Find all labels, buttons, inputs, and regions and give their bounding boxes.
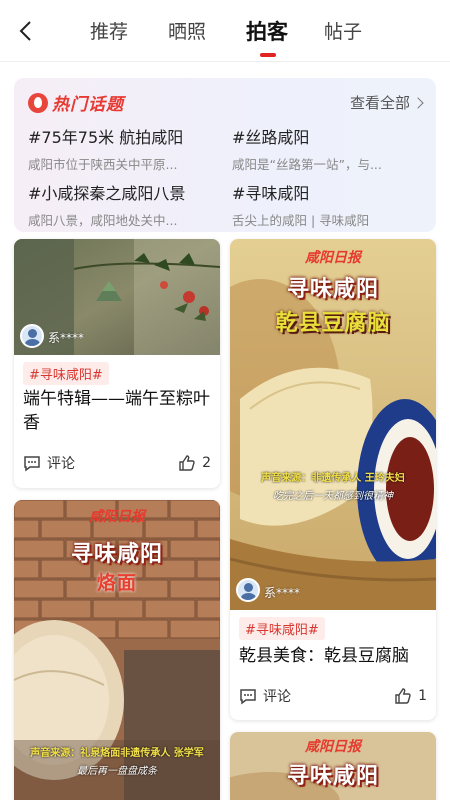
like-button[interactable]: 2 [178, 454, 211, 472]
comment-icon [24, 456, 40, 472]
author-name: 系**** [48, 331, 85, 345]
topic-name: #75年75米 航拍咸阳 [28, 128, 184, 147]
like-count: 2 [202, 455, 211, 471]
topic-desc: 舌尖上的咸阳 | 寻味咸阳 [232, 213, 370, 228]
tab-photos[interactable]: 晒照 [168, 16, 246, 48]
topic-item[interactable]: #寻味咸阳 舌尖上的咸阳 | 寻味咸阳 [232, 180, 432, 229]
topic-name: #寻味咸阳 [232, 184, 310, 203]
cover-headline: 寻味咸阳 [286, 764, 379, 789]
card-footer: 评论 2 [23, 452, 211, 474]
topic-item[interactable]: #75年75米 航拍咸阳 咸阳市位于陕西关中平原... [28, 124, 228, 173]
back-arrow-icon[interactable] [14, 18, 40, 44]
comment-button[interactable]: 评论 [23, 453, 75, 473]
card-title: 端午特辑——端午至粽叶香 [23, 389, 210, 433]
tab-paike[interactable]: 拍客 [246, 16, 324, 57]
topic-tag[interactable]: #寻味咸阳# [239, 617, 325, 640]
comment-button[interactable]: 评论 [239, 686, 291, 706]
author-avatar[interactable] [236, 578, 260, 602]
cover-caption-quote: 最后再一盘盘成条 [77, 766, 157, 777]
topic-desc: 咸阳是“丝路第一站”，与... [232, 157, 382, 172]
see-all-label: 查看全部 [349, 94, 410, 112]
topic-tag[interactable]: #寻味咸阳# [23, 362, 109, 385]
cover-subheadline: 烙面 [96, 572, 137, 594]
cover-caption-source: 声音来源：礼泉烙面非遗传承人 张学军 [30, 748, 204, 759]
author-avatar[interactable] [20, 324, 44, 348]
tab-recommend[interactable]: 推荐 [90, 16, 168, 48]
comment-label: 评论 [47, 456, 75, 472]
topic-desc: 咸阳八景，咸阳地处关中... [28, 213, 178, 228]
chevron-right-icon [412, 96, 424, 109]
author-name: 系**** [264, 586, 301, 600]
tab-bar: 推荐 晒照 拍客 帖子 [90, 16, 402, 57]
thumbs-up-icon [395, 688, 411, 704]
cover-brand: 咸阳日报 [89, 509, 145, 525]
topic-item[interactable]: #小咸探秦之咸阳八景 咸阳八景，咸阳地处关中... [28, 180, 228, 229]
flame-icon [28, 92, 48, 113]
thumbs-up-icon [179, 455, 195, 471]
feed-card[interactable]: 咸阳日报 寻味咸阳 烙面 声音来源：礼泉烙面非遗传承人 张学军 最后再一盘盘成条 [14, 500, 220, 800]
feed-card[interactable]: 咸阳日报 寻味咸阳 [230, 732, 436, 800]
comment-icon [240, 689, 256, 705]
cover-brand: 咸阳日报 [305, 250, 361, 266]
topic-desc: 咸阳市位于陕西关中平原... [28, 157, 178, 172]
cover-subheadline: 乾县豆腐脑 [275, 311, 391, 336]
topic-name: #丝路咸阳 [232, 128, 310, 147]
cover-caption-quote: 吃完之后一天都感到很精神 [273, 491, 393, 502]
hot-topics-card: 热门话题 查看全部 #75年75米 航拍咸阳 咸阳市位于陕西关中平原... #丝… [14, 78, 436, 232]
topic-item[interactable]: #丝路咸阳 咸阳是“丝路第一站”，与... [232, 124, 432, 173]
top-nav: 推荐 晒照 拍客 帖子 [0, 0, 450, 62]
hot-topics-logo: 热门话题 [28, 90, 124, 115]
topic-name: #小咸探秦之咸阳八景 [28, 184, 186, 203]
header-divider [0, 61, 450, 62]
card-cover-image [14, 239, 220, 355]
feed-card[interactable]: 系**** #寻味咸阳# 端午特辑——端午至粽叶香 评论 2 [14, 239, 220, 488]
like-count: 1 [418, 688, 427, 704]
comment-label: 评论 [263, 689, 291, 705]
card-footer: 评论 1 [239, 685, 427, 707]
see-all-link[interactable]: 查看全部 [349, 92, 424, 113]
cover-headline: 寻味咸阳 [286, 277, 379, 302]
like-button[interactable]: 1 [394, 687, 427, 705]
hot-topics-title: 热门话题 [52, 95, 124, 115]
card-title: 乾县美食：乾县豆腐脑 [239, 646, 409, 666]
tab-posts[interactable]: 帖子 [324, 16, 402, 48]
cover-brand: 咸阳日报 [305, 739, 361, 755]
cover-headline: 寻味咸阳 [70, 542, 163, 567]
feed-card[interactable]: 咸阳日报 寻味咸阳 乾县豆腐脑 声音来源：非遗传承人 王玲夫妇 吃完之后一天都感… [230, 239, 436, 720]
cover-caption-source: 声音来源：非遗传承人 王玲夫妇 [261, 473, 405, 484]
